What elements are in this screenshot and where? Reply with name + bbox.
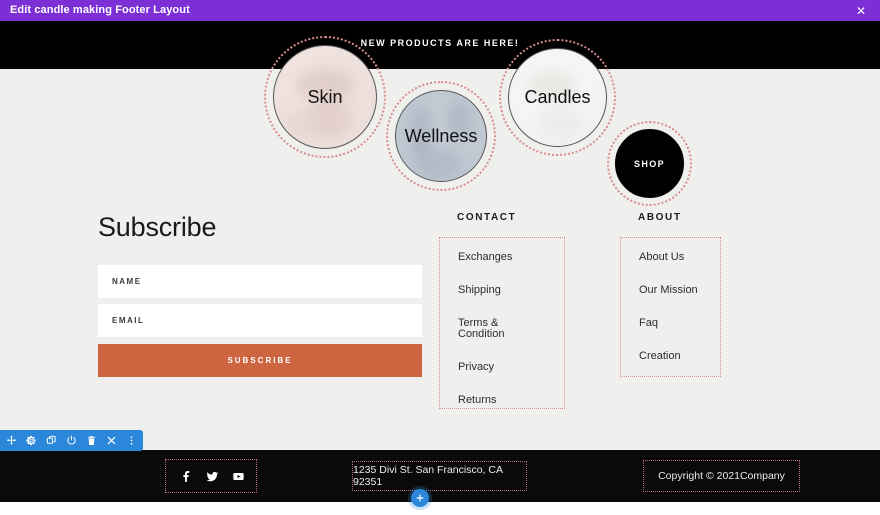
duplicate-icon[interactable] <box>46 435 57 446</box>
builder-canvas: Edit candle making Footer Layout ✕ NEW P… <box>0 0 880 515</box>
gear-icon[interactable] <box>26 435 37 446</box>
close-icon[interactable] <box>106 435 117 446</box>
facebook-icon[interactable] <box>179 469 193 483</box>
add-section-button[interactable] <box>411 489 429 507</box>
more-options-icon[interactable] <box>126 435 137 446</box>
category-circle-skin[interactable]: Skin <box>264 36 386 158</box>
subscribe-button-label: SUBSCRIBE <box>227 356 293 365</box>
list-item[interactable]: About Us <box>639 252 702 263</box>
youtube-icon[interactable] <box>231 469 245 483</box>
email-field[interactable]: EMAIL <box>98 304 422 337</box>
about-links-box: About Us Our Mission Faq Creation <box>620 237 721 377</box>
about-column-heading: ABOUT <box>638 212 682 223</box>
category-circle-wellness[interactable]: Wellness <box>386 81 496 191</box>
name-field[interactable]: NAME <box>98 265 422 298</box>
circle-label: Skin <box>307 86 343 107</box>
email-field-placeholder: EMAIL <box>112 316 145 325</box>
canvas-bottom-strip <box>0 502 880 515</box>
hero-banner-text: NEW PRODUCTS ARE HERE! <box>360 38 520 48</box>
circle-image-skin: Skin <box>273 45 377 149</box>
circle-image-wellness: Wellness <box>395 90 487 182</box>
twitter-icon[interactable] <box>205 469 219 483</box>
window-titlebar: Edit candle making Footer Layout ✕ <box>0 0 880 21</box>
list-item[interactable]: Terms & Condition <box>458 318 546 340</box>
shop-circle-fill: SHOP <box>615 129 684 198</box>
social-links-box <box>165 459 257 493</box>
move-icon[interactable] <box>6 435 17 446</box>
subscribe-section: Subscribe NAME EMAIL SUBSCRIBE <box>98 212 422 377</box>
footer-address: 1235 Divi St. San Francisco, CA 92351 <box>353 464 503 488</box>
page-title: Subscribe <box>98 212 217 242</box>
list-item[interactable]: Exchanges <box>458 252 546 263</box>
subscribe-button[interactable]: SUBSCRIBE <box>98 344 422 377</box>
list-item[interactable]: Shipping <box>458 285 546 296</box>
close-icon[interactable]: ✕ <box>852 5 870 17</box>
category-circle-candles[interactable]: Candles <box>499 39 616 156</box>
contact-column: CONTACT Exchanges Shipping Terms & Condi… <box>439 212 565 409</box>
module-toolbar[interactable] <box>0 430 143 451</box>
contact-links-box: Exchanges Shipping Terms & Condition Pri… <box>439 237 565 409</box>
list-item[interactable]: Our Mission <box>639 285 702 296</box>
list-item[interactable]: Creation <box>639 351 702 362</box>
list-item[interactable]: Returns <box>458 395 546 406</box>
contact-column-heading: CONTACT <box>457 212 517 223</box>
list-item[interactable]: Faq <box>639 318 702 329</box>
about-column: ABOUT About Us Our Mission Faq Creation <box>620 212 721 377</box>
address-box: 1235 Divi St. San Francisco, CA 92351 <box>352 461 527 491</box>
window-title: Edit candle making Footer Layout <box>10 4 190 16</box>
name-field-placeholder: NAME <box>112 277 142 286</box>
copyright-box: Copyright © 2021Company <box>643 460 800 492</box>
circle-label: SHOP <box>633 158 666 169</box>
footer-copyright: Copyright © 2021Company <box>658 470 785 482</box>
power-icon[interactable] <box>66 435 77 446</box>
trash-icon[interactable] <box>86 435 97 446</box>
circle-image-candles: Candles <box>508 48 607 147</box>
circle-label: Wellness <box>404 125 478 146</box>
circle-label: Candles <box>524 87 591 107</box>
category-circle-shop[interactable]: SHOP <box>607 121 692 206</box>
list-item[interactable]: Privacy <box>458 362 546 373</box>
